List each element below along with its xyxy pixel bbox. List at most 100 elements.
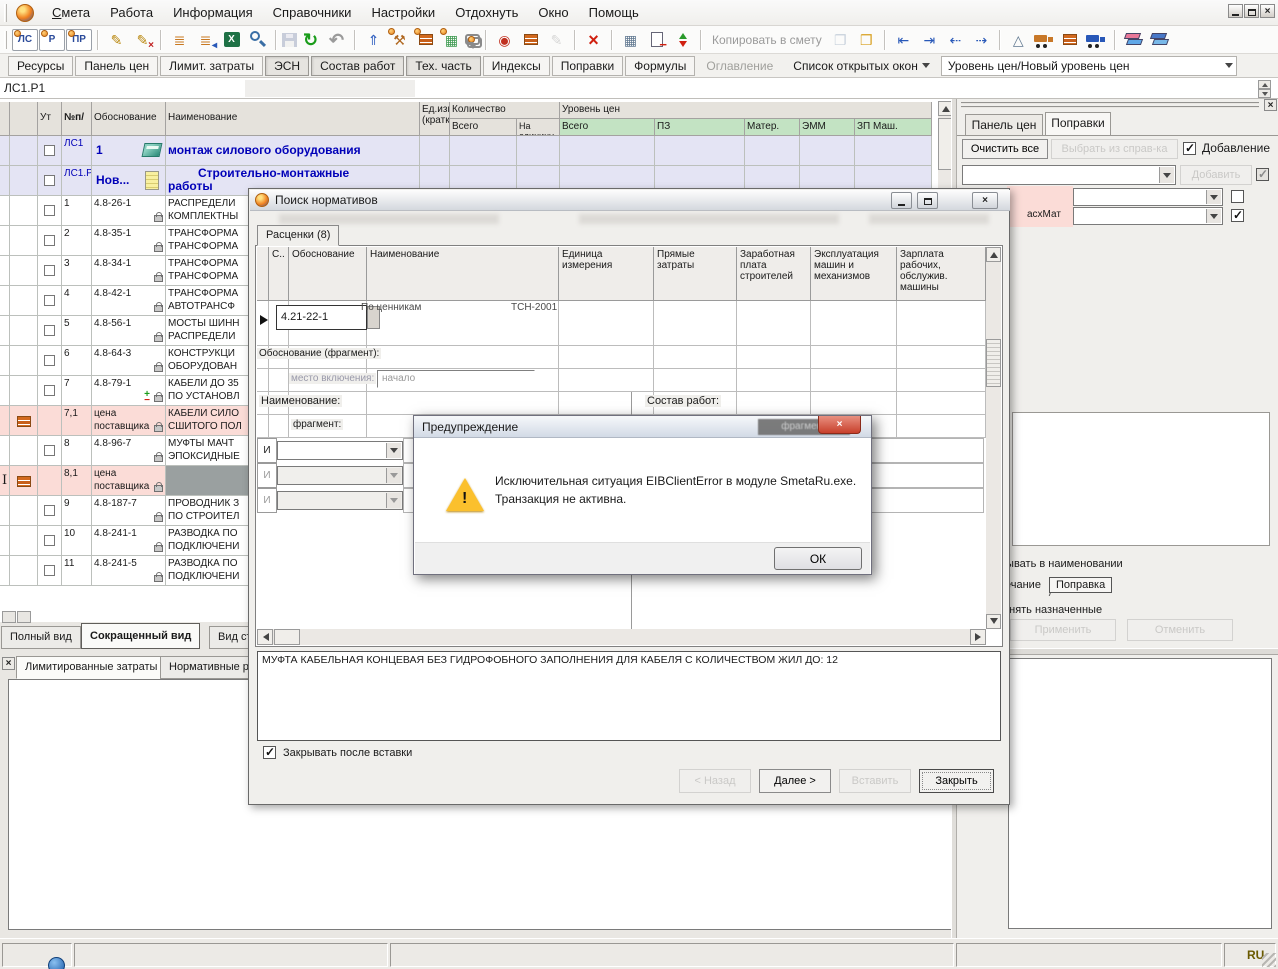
stamp-icon[interactable]: ◉ [492,28,517,51]
sort-updown-icon[interactable] [670,28,695,51]
combo-arrow-button[interactable] [386,468,401,483]
choose-from-reference-button[interactable]: Выбрать из справ-ка [1051,139,1178,159]
tab-price-panel[interactable]: Панель цен [965,114,1043,135]
machines-resource-icon[interactable]: ▦ [439,28,464,51]
main-tab-4[interactable]: Состав работ [311,56,404,76]
warning-close-button[interactable] [818,416,861,434]
dialog-maximize-button[interactable] [917,192,938,209]
condition-combo-2[interactable] [277,466,403,485]
calc-icon[interactable]: ▦ [618,28,643,51]
scroll-thumb[interactable] [274,629,300,645]
combo-arrow-button[interactable] [1206,209,1221,223]
indent-last-icon[interactable]: ⇥ [917,28,942,51]
tab-limited-costs[interactable]: Лимитированные затраты [16,656,166,679]
delete-estimate-icon[interactable]: ✎× [130,28,155,51]
ls-button[interactable]: ЛС [12,29,38,51]
scroll-down-button[interactable] [986,614,1001,629]
main-tab-0[interactable]: Ресурсы [8,56,73,76]
level-right-icon[interactable]: ⇢ [969,28,994,51]
undo-icon[interactable]: ↶ [324,28,349,51]
main-tab-1[interactable]: Панель цен [75,56,158,76]
tab-full-view[interactable]: Полный вид [1,626,81,649]
toolbar-grip[interactable] [4,31,7,49]
menu-item-7[interactable]: Помощь [589,5,639,20]
minimize-button[interactable] [1228,4,1243,18]
add-button[interactable]: Добавить [1180,165,1252,185]
row-checkbox[interactable] [44,265,55,276]
copy-icon[interactable]: ❐ [828,28,853,51]
tree-insert-icon[interactable]: ≣◂ [193,28,218,51]
dialog-close-button[interactable] [972,192,998,209]
main-tab-8[interactable]: Формулы [625,56,695,76]
coef-checkbox-1[interactable] [1231,190,1244,203]
row-checkbox[interactable] [44,565,55,576]
truck-icon[interactable] [1032,28,1057,51]
coef-combo-2[interactable] [1073,207,1223,225]
scroll-thumb[interactable] [986,339,1001,387]
excel-export-icon[interactable]: X [219,28,244,51]
return-to-estimate-icon[interactable]: ⇑ [361,28,386,51]
menu-item-2[interactable]: Информация [173,5,253,20]
tab-normative[interactable]: Нормативные р [160,656,255,679]
works-resource-icon[interactable]: ⚒ [387,28,412,51]
main-tab-6[interactable]: Индексы [483,56,550,76]
next-button[interactable]: Далее > [759,769,831,793]
app-logo-icon[interactable] [16,4,34,22]
close-after-insert-checkbox[interactable] [263,746,276,759]
insert-button[interactable]: Вставить [839,769,911,793]
delete-row-icon[interactable]: × [581,28,606,51]
maximize-button[interactable] [1244,4,1259,18]
row-checkbox[interactable] [44,385,55,396]
menu-item-3[interactable]: Справочники [273,5,352,20]
tab-rascenki[interactable]: Расценки (8) [257,225,339,246]
combo-arrow-button[interactable] [386,443,401,458]
row-checkbox[interactable] [44,175,55,186]
paste-icon[interactable]: ❒ [854,28,879,51]
search-dialog-titlebar[interactable]: Поиск нормативов [250,190,1010,211]
bricks-icon[interactable] [1058,28,1083,51]
pager-box[interactable] [2,611,16,623]
scroll-up-button[interactable] [986,247,1001,262]
row-checkbox[interactable] [44,295,55,306]
apply-button[interactable]: Применить [1010,619,1116,641]
price-level-combo[interactable]: Уровень цен/Новый уровень цен [941,56,1237,76]
dialog-minimize-button[interactable] [891,192,912,209]
main-tab-10[interactable]: Список открытых окон [784,56,939,76]
main-tab-3[interactable]: ЭСН [265,56,309,76]
main-tab-7[interactable]: Поправки [552,56,623,76]
condition-combo-3[interactable] [277,491,403,510]
books-blue-icon[interactable] [1147,28,1172,51]
menu-item-1[interactable]: Работа [110,5,153,20]
row-checkbox[interactable] [44,235,55,246]
truck-blue-icon[interactable] [1084,28,1109,51]
tab-short-view[interactable]: Сокращенный вид [81,623,200,649]
addition-checkbox[interactable] [1183,142,1196,155]
tab-corrections[interactable]: Поправки [1045,112,1111,135]
result-text-area[interactable]: МУФТА КАБЕЛЬНАЯ КОНЦЕВАЯ БЕЗ ГИДРОФОБНОГ… [257,651,1001,741]
coef-checkbox-2[interactable] [1231,209,1244,222]
books-pink-icon[interactable] [1121,28,1146,51]
scroll-right-button[interactable] [970,629,986,645]
tool-icon[interactable]: △ [1006,28,1031,51]
menu-item-6[interactable]: Окно [538,5,568,20]
dialog-vertical-scrollbar[interactable] [986,247,1001,629]
remove-page-icon[interactable]: − [644,28,669,51]
save-icon[interactable] [282,33,297,47]
cancel-button[interactable]: Отменить [1127,619,1233,641]
materials-icon[interactable] [518,28,543,51]
pager-box[interactable] [17,611,31,623]
search-icon[interactable] [245,28,270,51]
scroll-left-button[interactable] [257,629,273,645]
main-tab-5[interactable]: Тех. часть [406,56,480,76]
edit-estimate-icon[interactable]: ✎ [104,28,129,51]
resize-grip[interactable] [1262,953,1276,967]
close-button[interactable] [1260,4,1275,18]
panel-close-button[interactable] [1264,99,1277,111]
combo-arrow-button[interactable] [1159,167,1174,183]
level-left-icon[interactable]: ⇠ [943,28,968,51]
pr-button[interactable]: ПР [66,29,92,51]
spinner-down-button[interactable] [1258,89,1271,98]
tab-correction[interactable]: Поправка [1049,577,1112,593]
comment-icon[interactable] [465,34,480,45]
materials-resource-icon[interactable] [413,28,438,51]
